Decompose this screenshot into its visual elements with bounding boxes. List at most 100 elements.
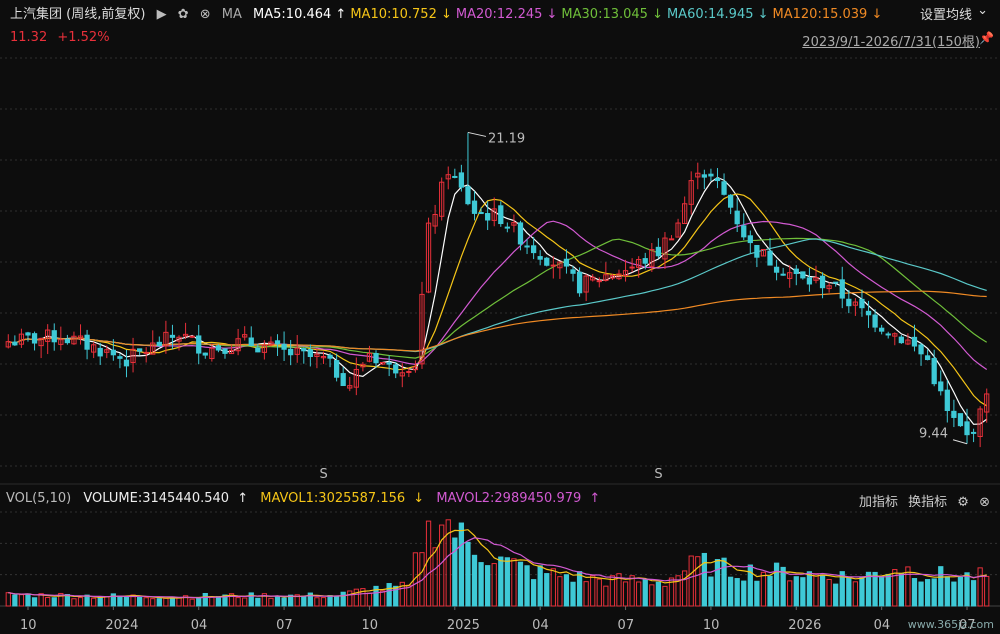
volume-bar <box>885 573 891 607</box>
volume-bar <box>793 576 799 607</box>
volume-bar <box>603 585 609 607</box>
candle-body <box>800 271 806 279</box>
volume-bar <box>340 591 346 607</box>
volume-bar <box>721 557 727 607</box>
volume-bar <box>859 576 865 607</box>
ma-line-10 <box>8 193 988 407</box>
volume-bar <box>517 561 524 607</box>
candle-body <box>576 271 583 294</box>
candle-body <box>754 244 760 258</box>
dividend-marker: S <box>319 467 327 482</box>
volume-bar <box>754 580 760 607</box>
volume-bar <box>682 570 688 607</box>
volume-bar <box>524 565 530 607</box>
candle-body <box>642 258 648 264</box>
volume-bar <box>498 556 504 607</box>
candle-body <box>458 172 465 188</box>
candle-body <box>465 186 471 205</box>
candle-body <box>951 410 957 418</box>
volume-bar <box>636 581 642 607</box>
volume-bar <box>71 598 77 607</box>
volume-bar <box>478 562 484 607</box>
volume-bar <box>77 597 84 607</box>
low-pointer <box>952 439 968 445</box>
candle-body <box>708 173 714 177</box>
volume-bar <box>951 581 957 607</box>
volume-bar <box>695 556 701 607</box>
candle-body <box>747 235 753 244</box>
volume-bar <box>104 596 110 607</box>
volume-bar <box>957 576 964 607</box>
volume-bar <box>18 594 25 607</box>
volume-bar <box>51 597 57 607</box>
x-tick-label: 04 <box>874 618 891 633</box>
volume-bar <box>353 588 359 607</box>
candle-body <box>274 340 281 345</box>
candle-body <box>944 389 950 411</box>
candle-body <box>931 357 937 385</box>
volume-bar <box>5 592 11 607</box>
candle-body <box>123 359 130 367</box>
dividend-marker: S <box>654 467 662 482</box>
volume-bar <box>944 576 950 607</box>
price-chart[interactable]: 21.199.44S S10 2024 04 07 10 2025 04 07 10 2026 04 0… <box>0 0 1000 634</box>
candle-body <box>189 335 195 338</box>
volume-bar <box>662 585 668 607</box>
candle-body <box>498 205 504 225</box>
volume-bar <box>91 597 97 607</box>
candle-body <box>504 226 510 229</box>
volume-bar <box>924 579 931 607</box>
candle-body <box>97 347 103 357</box>
volume-bar <box>136 596 143 607</box>
volume-bar <box>865 571 872 607</box>
volume-bar <box>977 567 983 607</box>
volume-bar <box>215 596 222 607</box>
volume-bar <box>366 592 373 607</box>
volume-bar <box>235 597 241 607</box>
volume-bar <box>800 577 806 607</box>
volume-bar <box>609 575 616 607</box>
volume-bar <box>465 541 471 607</box>
volume-bar <box>826 578 832 607</box>
volume-bar <box>590 575 596 607</box>
x-tick-label: 2025 <box>447 618 480 633</box>
candle-body <box>485 213 491 221</box>
candle-body <box>25 332 31 336</box>
volume-bar <box>852 581 859 607</box>
volume-bar <box>511 558 517 607</box>
volume-bar <box>970 580 977 607</box>
candle-body <box>373 353 379 364</box>
volume-bar <box>314 597 320 607</box>
volume-bar <box>439 524 445 607</box>
volume-bar <box>714 559 721 607</box>
volume-bar <box>833 583 839 607</box>
volume-bar <box>984 575 990 607</box>
candle-body <box>215 345 222 351</box>
volume-bar <box>537 565 543 607</box>
high-label: 21.19 <box>488 131 525 146</box>
candle-body <box>629 266 635 269</box>
candle-body <box>478 212 484 215</box>
candle-body <box>12 341 18 346</box>
candle-body <box>406 370 412 373</box>
volume-bar <box>576 571 583 607</box>
candle-body <box>255 347 261 353</box>
high-pointer <box>467 131 487 137</box>
candle-body <box>970 431 977 434</box>
ma-line-120 <box>8 290 987 352</box>
volume-bar <box>150 598 156 607</box>
candle-body <box>31 333 38 344</box>
candle-body <box>544 257 550 266</box>
volume-bar <box>64 594 71 607</box>
volume-bar <box>773 562 780 607</box>
volume-bar <box>386 583 392 607</box>
volume-bar <box>84 594 90 607</box>
volume-bar <box>629 575 635 607</box>
candle-body <box>701 174 707 178</box>
candle-body <box>918 344 924 355</box>
volume-bar <box>12 594 18 607</box>
volume-bar <box>622 581 629 607</box>
low-label: 9.44 <box>919 427 948 442</box>
volume-bar <box>806 571 813 607</box>
volume-bar <box>964 572 970 607</box>
